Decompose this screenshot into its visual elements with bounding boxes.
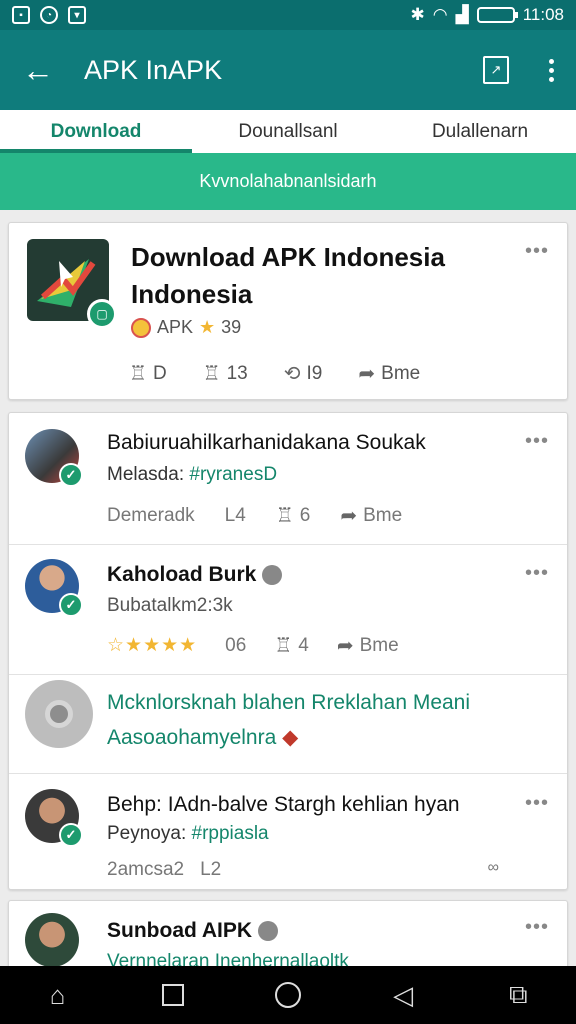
star-rating: ☆★★★★ bbox=[107, 635, 198, 656]
divider bbox=[9, 773, 567, 774]
post-subtitle: Bubatalkm2:3k bbox=[107, 595, 233, 616]
square-icon[interactable] bbox=[153, 975, 193, 1015]
clock-icon: ◔ bbox=[40, 6, 58, 24]
share-icon: ➦ bbox=[340, 505, 358, 527]
tab-dounallsanl[interactable]: Dounallsanl bbox=[192, 110, 384, 153]
verified-badge-icon bbox=[262, 565, 283, 586]
post-title[interactable]: Behp: IAdn-balve Stargh kehlian hyan bbox=[107, 793, 460, 817]
more-horiz-icon[interactable]: ••• bbox=[525, 917, 549, 937]
like-icon: ♖ bbox=[275, 505, 294, 527]
post-count: L4 bbox=[224, 504, 246, 526]
hashtag-link[interactable]: #rppiasla bbox=[192, 823, 269, 844]
like-action[interactable]: ♖ 4 bbox=[274, 633, 309, 658]
avatar[interactable] bbox=[25, 913, 79, 967]
tab-dulallenarn[interactable]: Dulallenarn bbox=[384, 110, 576, 153]
promo-line[interactable]: Mcknlorsknah blahen Rreklahan Meani bbox=[107, 691, 470, 715]
share-action[interactable]: ➦ Bme bbox=[358, 361, 420, 386]
notification-icon: ▪ bbox=[12, 6, 30, 24]
download-icon: ▾ bbox=[68, 6, 86, 24]
tab-bar: Download Dounallsanl Dulallenarn bbox=[0, 110, 576, 153]
app-logo-icon: ▢ bbox=[27, 239, 117, 329]
verified-check-icon: ✓ bbox=[59, 593, 83, 617]
featured-card[interactable]: ▢ ••• Download APK Indonesia Indonesia A… bbox=[8, 222, 568, 400]
thumb-icon: ♖ bbox=[129, 363, 147, 385]
like-action[interactable]: ♖ 13 bbox=[203, 361, 248, 386]
post-title[interactable]: Kahoload Burk bbox=[107, 563, 283, 587]
flag-icon: ◆ bbox=[282, 726, 299, 749]
repost-icon: ⟲ bbox=[283, 363, 301, 385]
featured-title: Download APK Indonesia Indonesia bbox=[131, 242, 445, 309]
rating-label: APK bbox=[157, 317, 194, 337]
nav-bar: ⌂ ◁ ⧉ bbox=[0, 966, 576, 1024]
like-action[interactable]: ♖ 6 bbox=[276, 503, 311, 528]
avatar[interactable]: ✓ bbox=[25, 789, 83, 847]
download-action[interactable]: ♖ D bbox=[129, 361, 167, 386]
post-count: L2 bbox=[200, 859, 222, 880]
post-count: 06 bbox=[225, 634, 247, 656]
status-time: 11:08 bbox=[522, 5, 564, 24]
post-subtitle: Peynoya: #rppiasla bbox=[107, 823, 269, 844]
post-actions: Demeradk L4 ♖ 6 ➦ Bme bbox=[107, 503, 402, 528]
vibrate-icon: ✱ bbox=[410, 5, 425, 24]
post-title[interactable]: Babiuruahilkarhanidakana Soukak bbox=[107, 431, 426, 455]
avatar[interactable]: ✓ bbox=[25, 559, 83, 617]
promo-line[interactable]: Aasoaohamyelnra ◆ bbox=[107, 725, 298, 750]
disc-icon bbox=[25, 680, 93, 748]
wifi-icon: ◠ bbox=[432, 5, 448, 24]
rating-value: 39 bbox=[221, 317, 242, 337]
hashtag-link[interactable]: #ryranesD bbox=[189, 464, 277, 485]
more-horiz-icon[interactable]: ••• bbox=[525, 431, 549, 451]
post-meta: 2amcsa2 bbox=[107, 859, 185, 880]
verified-check-icon: ✓ bbox=[59, 823, 83, 847]
signal-icon: ▟ bbox=[455, 5, 469, 24]
divider bbox=[9, 674, 567, 675]
feed-card: ✓ ••• Babiuruahilkarhanidakana Soukak Me… bbox=[8, 412, 568, 890]
more-vert-icon[interactable] bbox=[549, 58, 554, 82]
post-actions: 2amcsa2 L2 bbox=[107, 859, 221, 881]
verified-badge-icon bbox=[258, 921, 279, 942]
arrow-left-icon[interactable]: ← bbox=[22, 54, 54, 86]
app-badge-icon: ▢ bbox=[87, 299, 117, 329]
post-meta: Demeradk bbox=[107, 504, 195, 526]
info-banner[interactable]: Kvvnolahabnanlsidarh bbox=[0, 153, 576, 210]
like-icon: ♖ bbox=[274, 635, 293, 657]
verified-check-icon: ✓ bbox=[59, 463, 83, 487]
circle-icon[interactable] bbox=[268, 975, 308, 1015]
triangle-back-icon[interactable]: ◁ bbox=[383, 975, 423, 1015]
more-horiz-icon[interactable]: ••• bbox=[525, 793, 549, 813]
status-bar: ▪ ◔ ▾ ✱ ◠ ▟ 11:08 bbox=[0, 0, 576, 30]
app-title: APK InAPK bbox=[84, 54, 223, 85]
repost-action[interactable]: ⟲ I9 bbox=[284, 361, 323, 386]
more-horiz-icon[interactable]: ••• bbox=[525, 241, 549, 261]
share-box-icon[interactable]: ↗ bbox=[483, 56, 509, 84]
post-title[interactable]: Sunboad AIPK bbox=[107, 919, 279, 943]
share-action[interactable]: ➦ Bme bbox=[337, 633, 399, 658]
post-subtitle: Melasda: #ryranesD bbox=[107, 464, 278, 485]
share-icon: ➦ bbox=[336, 635, 354, 657]
app-bar: ← APK InAPK ↗ bbox=[0, 30, 576, 110]
link-icon[interactable]: ∞ bbox=[488, 859, 499, 877]
post-actions: ☆★★★★ 06 ♖ 4 ➦ Bme bbox=[107, 633, 399, 658]
more-horiz-icon[interactable]: ••• bbox=[525, 563, 549, 583]
share-icon: ➦ bbox=[358, 363, 376, 385]
like-icon: ♖ bbox=[202, 363, 221, 385]
share-action[interactable]: ➦ Bme bbox=[340, 503, 402, 528]
emoji-icon bbox=[131, 317, 151, 338]
home-icon[interactable]: ⌂ bbox=[38, 975, 78, 1015]
avatar[interactable]: ✓ bbox=[25, 429, 83, 487]
rating-row: APK ★ 39 bbox=[131, 317, 241, 338]
battery-icon bbox=[476, 7, 518, 23]
screenshot-icon[interactable]: ⧉ bbox=[498, 975, 538, 1015]
tab-download[interactable]: Download bbox=[0, 110, 192, 153]
star-icon: ★ bbox=[199, 317, 216, 337]
featured-actions: ♖ D ♖ 13 ⟲ I9 ➦ Bme bbox=[129, 361, 420, 386]
divider bbox=[9, 544, 567, 545]
